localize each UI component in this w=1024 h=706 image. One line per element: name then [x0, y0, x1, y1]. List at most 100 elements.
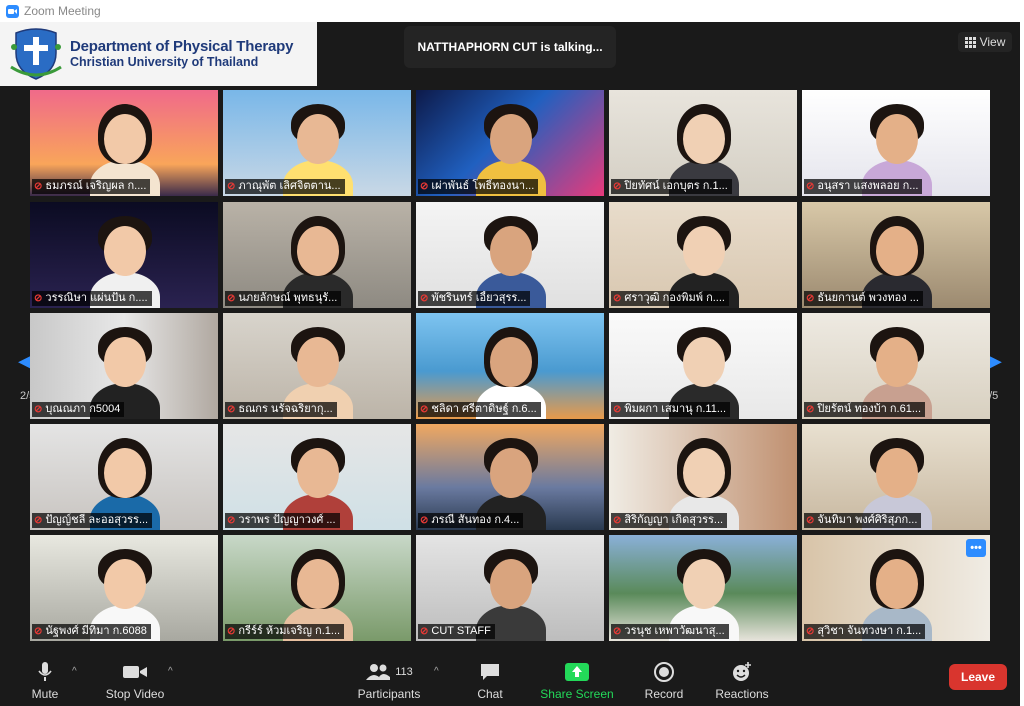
participant-name: ธมภรณ์ เจริญผล ก....: [45, 180, 147, 192]
record-button[interactable]: Record: [640, 654, 688, 706]
mute-label: Mute: [31, 686, 59, 701]
muted-microphone-icon: ⊘: [420, 404, 429, 415]
muted-microphone-icon: ⊘: [420, 293, 429, 304]
muted-microphone-icon: ⊘: [34, 181, 43, 192]
muted-microphone-icon: ⊘: [806, 404, 815, 415]
participant-name-tag: ⊘ ธมภรณ์ เจริญผล ก....: [32, 179, 151, 194]
university-crest-icon: [10, 28, 62, 80]
reactions-button[interactable]: Reactions: [712, 654, 772, 706]
participant-name-tag: ⊘ ภาณุพัต เลิศจิตตาน...: [225, 179, 345, 194]
participant-face: [297, 559, 339, 609]
participant-face: [297, 448, 339, 498]
participant-name: พิมผกา เสมานุ ก.11...: [624, 403, 727, 415]
participant-tile[interactable]: ⊘ ธมภรณ์ เจริญผล ก....: [30, 90, 218, 196]
participant-face: [104, 226, 146, 276]
participant-face: [297, 114, 339, 164]
muted-microphone-icon: ⊘: [806, 626, 815, 637]
muted-microphone-icon: ⊘: [613, 626, 622, 637]
department-logo: Department of Physical Therapy Christian…: [0, 22, 317, 86]
muted-microphone-icon: ⊘: [34, 293, 43, 304]
share-screen-button[interactable]: Share Screen: [538, 654, 616, 706]
mute-button[interactable]: Mute: [28, 654, 62, 706]
muted-microphone-icon: ⊘: [420, 515, 429, 526]
participant-tile[interactable]: ⊘ ปัญญ์ชลี ละออสุวรร...: [30, 424, 218, 530]
participant-tile[interactable]: ⊘ พัชรินทร์ เอี้ยวสุรร...: [416, 202, 604, 308]
participant-name: ชลิดา ศรีตาดิษฐ์ ก.6...: [431, 403, 537, 415]
participant-name: ธณกร นรัจฉริยากุ...: [238, 403, 333, 415]
participant-face: [490, 559, 532, 609]
participant-face: [104, 559, 146, 609]
participant-tile[interactable]: ⊘ อนุสรา แสงพลอย ก...: [802, 90, 990, 196]
participant-tile[interactable]: ⊘ นภยลักษณ์ พุทธนุรั...: [223, 202, 411, 308]
muted-microphone-icon: ⊘: [806, 181, 815, 192]
participant-tile[interactable]: ⊘ วรนุช เหพาวัฒนาสุ...: [609, 535, 797, 641]
stop-video-button[interactable]: Stop Video: [102, 654, 168, 706]
muted-microphone-icon: ⊘: [34, 626, 43, 637]
participant-name: สุวิชา จันทวงษา ก.1...: [817, 625, 922, 637]
participant-face: [297, 226, 339, 276]
participant-name: บุณณภา ก5004: [45, 403, 121, 415]
participant-face: [683, 337, 725, 387]
participants-icon: [366, 663, 391, 680]
participant-tile[interactable]: ⊘ วรรณิษา แผ่นปั่น ก....: [30, 202, 218, 308]
participant-tile[interactable]: ⊘ ปิยรัตน์ ทองบ้า ก.61...: [802, 313, 990, 419]
participant-name-tag: ⊘ วรรณิษา แผ่นปั่น ก....: [32, 291, 152, 306]
participant-tile[interactable]: ⊘ CUT STAFF: [416, 535, 604, 641]
participant-face: [876, 559, 918, 609]
participant-face: [490, 226, 532, 276]
participant-face: [297, 337, 339, 387]
participant-tile[interactable]: ⊘ จันทิมา พงศ์ศิริสุภก...: [802, 424, 990, 530]
meeting-toolbar: Mute ^ Stop Video ^ 113 Participants ^ C…: [0, 654, 1020, 706]
participant-name-tag: ⊘ พิมผกา เสมานุ ก.11...: [611, 402, 731, 417]
more-options-icon[interactable]: •••: [966, 539, 986, 557]
reactions-label: Reactions: [715, 686, 769, 701]
participant-name-tag: ⊘ ธณกร นรัจฉริยากุ...: [225, 402, 337, 417]
participants-count: 113: [395, 665, 413, 678]
participant-tile[interactable]: ⊘ ภาณุพัต เลิศจิตตาน...: [223, 90, 411, 196]
participant-tile[interactable]: ⊘ ภรณี สันทอง ก.4...: [416, 424, 604, 530]
participant-tile[interactable]: ⊘ พิมผกา เสมานุ ก.11...: [609, 313, 797, 419]
reactions-smiley-icon: [733, 661, 751, 681]
participant-name-tag: ⊘ จันทิมา พงศ์ศิริสุภก...: [804, 513, 922, 528]
participant-name: ภาณุพัต เลิศจิตตาน...: [238, 180, 341, 192]
stop-video-label: Stop Video: [105, 686, 165, 701]
participant-name: สิริกัญญา เกิดสุวรร...: [624, 514, 724, 526]
participant-tile[interactable]: ⊘ วราพร ปัญญาวงศ์ ...: [223, 424, 411, 530]
participant-tile[interactable]: ⊘ ชลิดา ศรีตาดิษฐ์ ก.6...: [416, 313, 604, 419]
participant-face: [683, 226, 725, 276]
muted-microphone-icon: ⊘: [613, 515, 622, 526]
participant-name-tag: ⊘ ธันยกานต์ พวงทอง ...: [804, 291, 923, 306]
zoom-icon: [6, 4, 19, 18]
participant-face: [876, 448, 918, 498]
participant-name-tag: ⊘ ศราวุฒิ กองพิมพ์ ก....: [611, 291, 729, 306]
participant-tile[interactable]: ⊘ บุณณภา ก5004: [30, 313, 218, 419]
record-icon: [654, 661, 674, 682]
window-title: Zoom Meeting: [24, 4, 101, 18]
participant-tile[interactable]: ⊘ ธันยกานต์ พวงทอง ...: [802, 202, 990, 308]
participants-options-caret-icon[interactable]: ^: [434, 666, 439, 677]
participant-tile[interactable]: ⊘ นัฐพงศ์ มีทิมา ก.6088: [30, 535, 218, 641]
participant-tile[interactable]: ⊘ ปิยทัศน์ เอกบุตร ก.1...: [609, 90, 797, 196]
video-options-caret-icon[interactable]: ^: [168, 666, 173, 677]
muted-microphone-icon: ⊘: [806, 293, 815, 304]
audio-options-caret-icon[interactable]: ^: [72, 666, 77, 677]
participant-tile[interactable]: ⊘ สุวิชา จันทวงษา ก.1... •••: [802, 535, 990, 641]
participant-tile[interactable]: ⊘ กรีร์ร์ ห้วมเจริญ ก.1...: [223, 535, 411, 641]
view-label: View: [979, 35, 1006, 49]
participants-label: Participants: [357, 686, 421, 701]
participant-face: [104, 448, 146, 498]
participant-tile[interactable]: ⊘ ศราวุฒิ กองพิมพ์ ก....: [609, 202, 797, 308]
participant-name-tag: ⊘ พัชรินทร์ เอี้ยวสุรร...: [418, 291, 531, 306]
participant-name-tag: ⊘ นภยลักษณ์ พุทธนุรั...: [225, 291, 342, 306]
participant-tile[interactable]: ⊘ เผ่าพันธ์ โพธิ์ทองนา...: [416, 90, 604, 196]
participant-tile[interactable]: ⊘ ธณกร นรัจฉริยากุ...: [223, 313, 411, 419]
leave-button[interactable]: Leave: [949, 664, 1007, 690]
participants-button[interactable]: 113 Participants: [356, 654, 422, 706]
chat-button[interactable]: Chat: [468, 654, 512, 706]
participant-tile[interactable]: ⊘ สิริกัญญา เกิดสุวรร...: [609, 424, 797, 530]
microphone-icon: [38, 661, 52, 681]
participant-name: ปิยรัตน์ ทองบ้า ก.61...: [817, 403, 922, 415]
participant-name: ปิยทัศน์ เอกบุตร ก.1...: [624, 180, 728, 192]
view-button[interactable]: View: [958, 32, 1012, 52]
participant-face: [876, 337, 918, 387]
